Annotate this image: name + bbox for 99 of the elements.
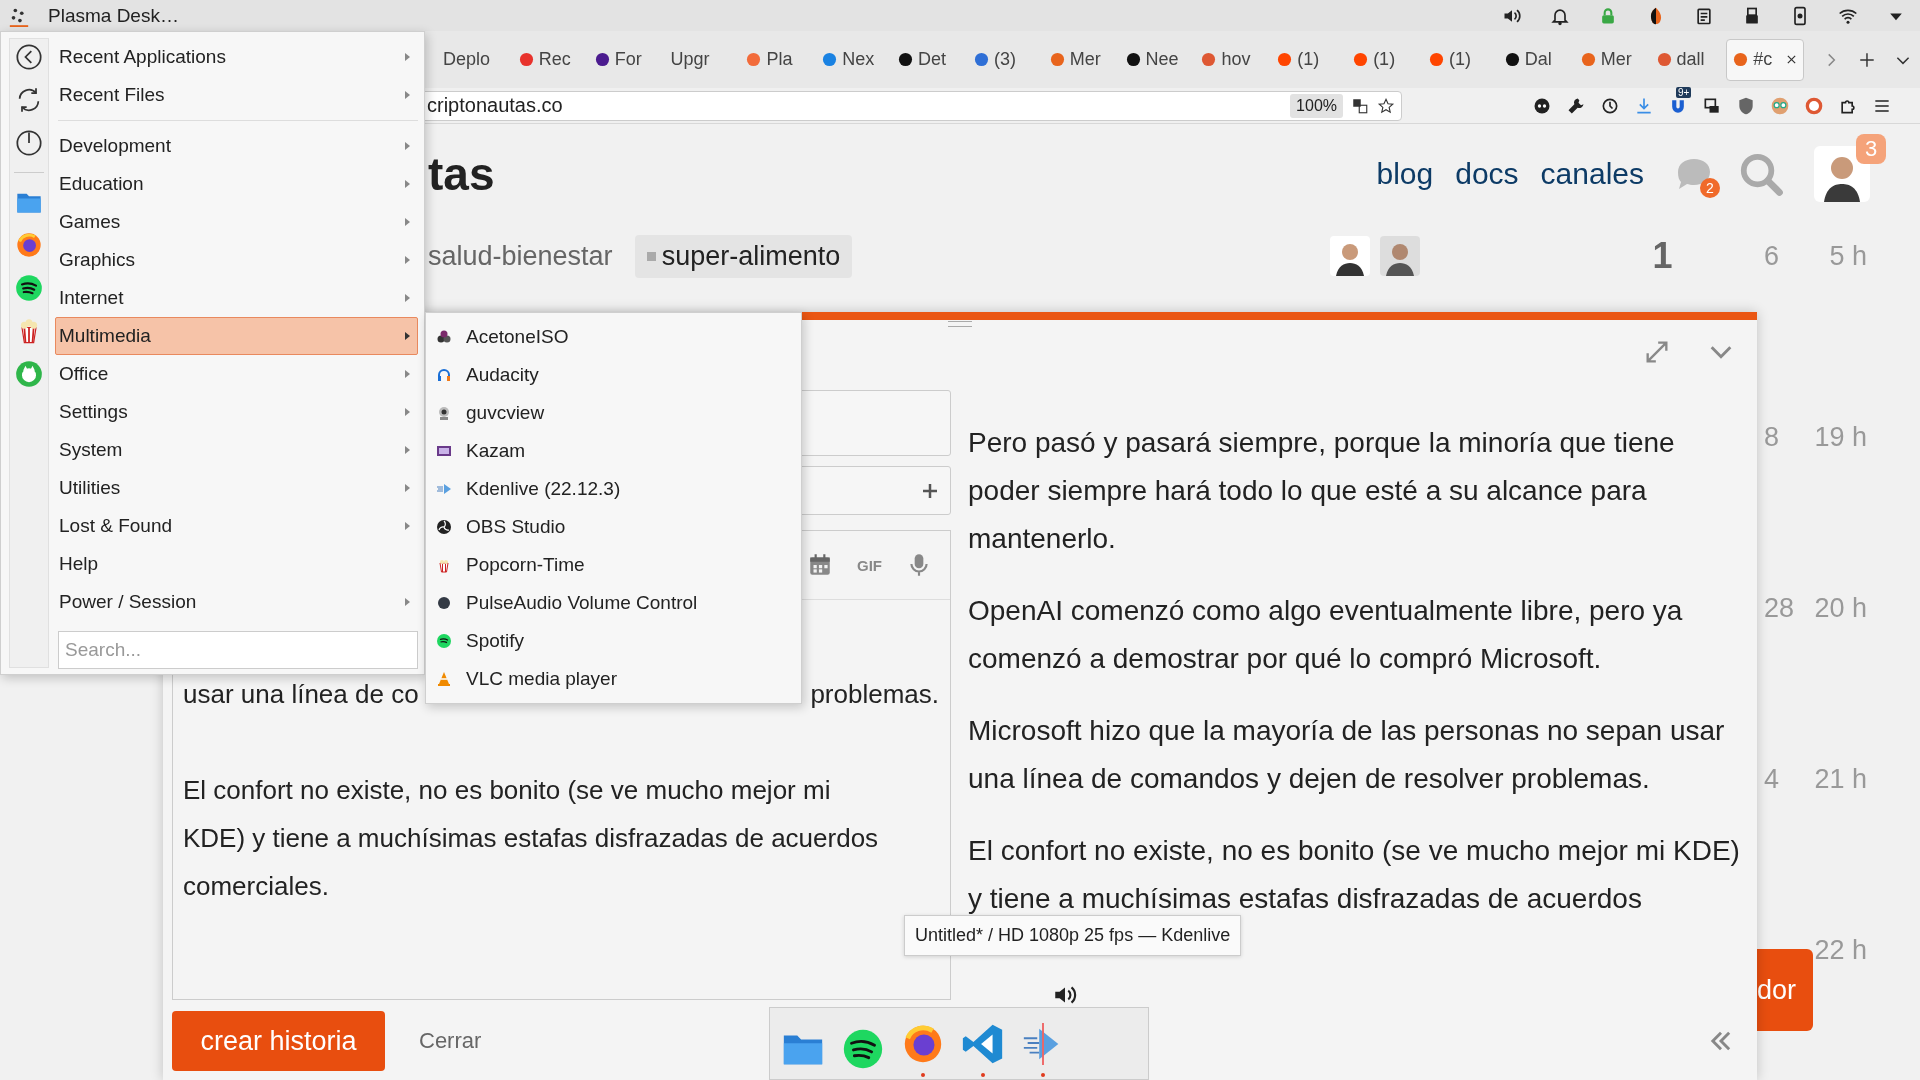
running-indicator <box>981 1072 985 1077</box>
play-arrow-icon <box>436 481 452 497</box>
menu-item[interactable]: Recent Files <box>55 76 418 114</box>
menu-item[interactable]: Recent Applications <box>55 38 418 76</box>
submenu-item[interactable]: Kdenlive (22.12.3) <box>436 470 793 508</box>
cat-icon[interactable] <box>15 360 43 388</box>
browser-tab[interactable]: Deplo <box>437 38 513 81</box>
grabber-handle[interactable] <box>948 321 972 327</box>
nav-link[interactable]: canales <box>1540 157 1644 191</box>
browser-tab[interactable]: (1) <box>1422 38 1499 81</box>
preview-paragraph: El confort no existe, no es bonito (se ve mucho mejor mi KDE) y tiene a muchísimas estafas disfrazadas de acuerdos <box>968 834 1741 916</box>
action-button[interactable]: dor <box>1757 949 1813 1031</box>
submenu-item[interactable]: Popcorn-Time <box>436 546 793 584</box>
browser-tab[interactable]: Rec <box>512 38 589 81</box>
streaming-icon <box>436 633 452 649</box>
menu-item[interactable]: Education <box>55 165 418 203</box>
zoom-level[interactable]: 100% <box>1290 93 1343 118</box>
browser-tab[interactable]: Mer <box>1043 38 1120 81</box>
browser-tab[interactable]: #c <box>1726 38 1805 81</box>
streaming-icon[interactable] <box>15 274 43 302</box>
submenu-item[interactable]: Audacity <box>436 356 793 394</box>
menu-item[interactable]: System <box>55 431 418 469</box>
avatar-icon[interactable] <box>1380 236 1420 276</box>
submenu-item[interactable]: OBS Studio <box>436 508 793 546</box>
search-field[interactable]: Search... <box>58 631 418 669</box>
editor-text: problemas. <box>810 678 939 711</box>
browser-tab[interactable]: Pla <box>740 38 817 81</box>
webcam-icon <box>436 405 452 421</box>
running-indicator <box>1041 1072 1045 1077</box>
browser-icon[interactable] <box>15 231 43 259</box>
glasses-icon[interactable] <box>1770 95 1790 116</box>
menu-item[interactable]: Multimedia <box>55 317 418 355</box>
browser-tab[interactable]: (1) <box>1271 38 1348 81</box>
nav-link[interactable]: blog <box>1376 157 1434 191</box>
window-title[interactable]: Plasma Desk… <box>48 4 179 27</box>
browser-tab[interactable]: Det <box>892 38 968 81</box>
disc-icon <box>436 329 452 345</box>
preview-paragraph: OpenAI comenzó como algo eventualmente libre, pero ya comenzó a demostrar por qué lo compró Microsoft. <box>968 594 1684 676</box>
browser-tab[interactable]: (3) <box>967 38 1044 81</box>
submenu-item[interactable]: AcetoneISO <box>436 318 793 356</box>
menu-item[interactable]: Utilities <box>55 469 418 507</box>
submenu-item[interactable]: Kazam <box>436 432 793 470</box>
close-icon[interactable] <box>1786 54 1798 65</box>
site-title[interactable]: tas <box>428 147 495 201</box>
avatar-icon[interactable] <box>1330 236 1370 276</box>
notification-badge: 2 <box>1700 178 1720 198</box>
notification-badge: 3 <box>1856 134 1886 164</box>
editor-text: El confort no existe, no es bonito (se ve mucho mejor mi KDE) y tiene a muchísimas estafas disfrazadas de acuerdos comerciales. <box>183 774 880 903</box>
menu-item[interactable]: Settings <box>55 393 418 431</box>
shield-icon[interactable] <box>1736 95 1756 116</box>
tooltip: Untitled* / HD 1080p 25 fps — Kdenlive <box>904 915 1242 956</box>
submenu-item[interactable]: VLC media player <box>436 660 793 698</box>
menu-item[interactable]: Games <box>55 203 418 241</box>
browser-tab[interactable]: Nex <box>816 38 893 81</box>
browser-tab[interactable]: hov <box>1195 38 1272 81</box>
back-icon[interactable] <box>15 43 43 71</box>
menu-item[interactable]: Development <box>55 127 418 165</box>
square-icon <box>646 251 656 261</box>
preview-paragraph: Pero pasó y pasará siempre, porque la minoría que tiene poder siempre hará todo lo que esté a su alcance para mantenerlo. <box>968 426 1676 556</box>
popcorn-icon <box>436 557 452 573</box>
menu-item[interactable]: Help <box>55 545 418 583</box>
submenu-item[interactable]: Spotify <box>436 622 793 660</box>
nav-link[interactable]: docs <box>1455 157 1519 191</box>
translate-icon[interactable] <box>1351 96 1369 115</box>
aperture-icon <box>436 519 452 535</box>
view-count: 28 <box>1764 593 1795 623</box>
ring-icon[interactable] <box>1804 95 1824 116</box>
menu-item[interactable]: Internet <box>55 279 418 317</box>
browser-tab[interactable]: For <box>588 38 665 81</box>
cancel-link[interactable]: Cerrar <box>413 1027 488 1055</box>
browser-tab[interactable]: dall <box>1650 38 1727 81</box>
preview-paragraph: Microsoft hizo que la mayoría de las personas no sepan usar una línea de comandos y dejen de resolver problemas. <box>968 714 1726 796</box>
new-tab-icon[interactable] <box>1858 50 1877 69</box>
menu-item[interactable]: Graphics <box>55 241 418 279</box>
headphones-icon <box>436 367 452 383</box>
submit-button[interactable]: crear historia <box>172 1011 385 1071</box>
browser-tab[interactable]: (1) <box>1347 38 1423 81</box>
topic-tag[interactable]: salud-bienestar <box>428 240 613 272</box>
calendar-icon[interactable] <box>807 552 833 578</box>
view-count: 6 <box>1764 240 1780 271</box>
browser-tab[interactable]: Upgr <box>664 38 741 81</box>
menu-item[interactable]: Office <box>55 355 418 393</box>
star-icon[interactable] <box>1377 96 1395 115</box>
browser-tab[interactable]: Mer <box>1574 38 1651 81</box>
power-icon[interactable] <box>15 129 43 157</box>
view-count: 4 <box>1764 764 1780 794</box>
editor-text: usar una línea de co <box>183 678 419 711</box>
browser-tab[interactable]: Nee <box>1119 38 1196 81</box>
running-indicator <box>921 1072 925 1077</box>
submenu-item[interactable]: guvcview <box>436 394 793 432</box>
cone-icon <box>436 671 452 687</box>
notification-badge: 9+ <box>1676 86 1692 98</box>
film-icon <box>436 443 452 459</box>
browser-tab[interactable]: Dal <box>1498 38 1575 81</box>
dot-icon <box>436 595 452 611</box>
view-count: 8 <box>1764 422 1780 452</box>
menu-item[interactable]: Lost & Found <box>55 507 418 545</box>
topic-tag[interactable]: super-alimento <box>634 234 853 278</box>
reply-count: 1 <box>1652 235 1673 276</box>
